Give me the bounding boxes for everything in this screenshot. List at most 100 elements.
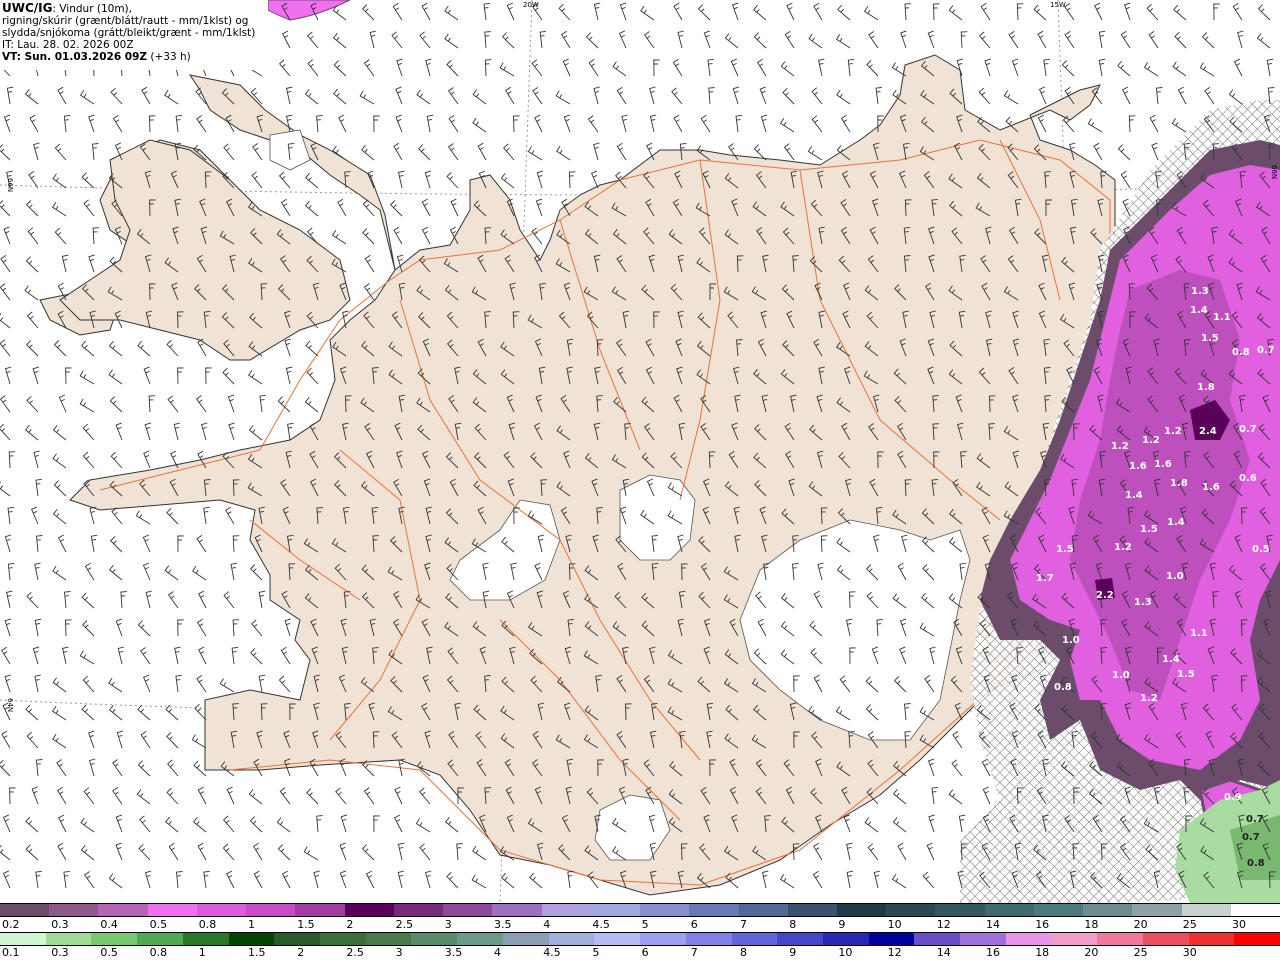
precip-value-label: 1.2	[1140, 693, 1158, 704]
scale-swatch	[365, 933, 412, 945]
scale-tick-label: 6	[641, 946, 649, 959]
scale-tick-label: 1	[198, 946, 206, 959]
scale-swatch	[49, 904, 99, 916]
precip-value-label: 0.7	[1246, 814, 1264, 825]
scale-tick-label: 12	[887, 946, 902, 959]
scale-tick-label: 1.5	[297, 918, 315, 931]
scale-swatch	[1234, 933, 1280, 945]
scale-tick-label: 4.5	[543, 946, 561, 959]
scale-swatch	[492, 904, 542, 916]
precip-value-label: 1.6	[1154, 459, 1172, 470]
lat-label-66n-left: 66N	[6, 178, 14, 192]
scale-swatch	[984, 904, 1034, 916]
scale-swatch	[196, 904, 247, 916]
scale-tick-label: 12	[936, 918, 951, 931]
lead-time: (+33 h)	[150, 51, 191, 63]
scale-tick-label: 8	[740, 946, 747, 959]
scale-swatch	[640, 933, 686, 945]
scale-swatch	[836, 904, 887, 916]
precip-value-label: 2.4	[1199, 426, 1217, 437]
scale-swatch	[731, 933, 778, 945]
scale-swatch	[443, 904, 493, 916]
desc-line-3: slydda/snjókoma (grátt/bleikt/grænt - mm…	[2, 27, 256, 39]
lat-label-66n-right: 66N	[1270, 165, 1278, 179]
scale-tick-label: 30	[1182, 946, 1197, 959]
scale-tick-label: 2.5	[395, 918, 414, 931]
scale-swatch	[98, 904, 148, 916]
scale-swatch	[541, 904, 591, 916]
scale-tick-label: 8	[789, 918, 797, 931]
scale-swatch	[1033, 904, 1084, 916]
scale-swatch	[411, 933, 458, 945]
scale-tick-label: 0.4	[100, 918, 118, 931]
scale-swatch	[914, 933, 961, 945]
scale-swatch	[868, 933, 915, 945]
precip-value-label: 0.7	[1239, 424, 1257, 435]
scale-swatch	[91, 933, 138, 945]
init-time: IT: Lau. 28. 02. 2026 00Z	[2, 39, 134, 51]
precip-value-label: 0.7	[1242, 832, 1260, 843]
precip-value-label: 1.1	[1190, 628, 1208, 639]
scale-swatch	[1188, 933, 1235, 945]
scale-swatch	[295, 904, 345, 916]
scale-swatch	[787, 904, 837, 916]
precip-value-label: 1.4	[1190, 305, 1208, 316]
scale-tick-label: 0.3	[51, 918, 69, 931]
snow-color-scale	[0, 903, 1280, 917]
precip-value-label: 0.8	[1232, 347, 1250, 358]
scale-tick-label: 18	[1035, 946, 1050, 959]
rain-scale-ticks: 0.1 0.3 0.5 0.8 1 1.5 2 2.5 3 3.5 4 4.5 5 6 7 8 9 10 12 14 1…	[0, 946, 1280, 960]
precip-value-label: 1.0	[1112, 670, 1130, 681]
precip-value-label: 1.3	[1191, 286, 1209, 297]
precip-value-label: 0.7	[1257, 345, 1275, 356]
scale-swatch	[1083, 904, 1133, 916]
scale-tick-label: 0.2	[2, 918, 20, 931]
scale-swatch	[1005, 933, 1052, 945]
precip-value-label: 1.5	[1177, 669, 1195, 680]
map-info-box: UWC/IG: Vindur (10m), rigning/skúrir (gr…	[0, 0, 268, 70]
model-title: UWC/IG	[2, 1, 53, 15]
scale-swatch	[137, 933, 183, 945]
weather-map: 1.31.41.11.50.8 0.71.82.4 0.71.21.21.21.6 1…	[0, 0, 1280, 903]
scale-tick-label: 4	[494, 946, 501, 959]
scale-swatch	[45, 933, 92, 945]
scale-tick-label: 10	[838, 946, 853, 959]
scale-swatch	[960, 933, 1006, 945]
precip-value-label: 1.1	[1213, 312, 1231, 323]
precip-value-label: 1.4	[1167, 517, 1185, 528]
scale-swatch	[886, 904, 936, 916]
scale-tick-label: 10	[887, 918, 902, 931]
scale-swatch	[246, 904, 296, 916]
scale-tick-label: 7	[690, 946, 698, 959]
precip-value-label: 1.4	[1162, 654, 1180, 665]
precip-value-label: 0.9	[1224, 792, 1242, 803]
precip-value-label: 1.7	[1036, 573, 1054, 584]
precip-value-label: 1.8	[1197, 382, 1215, 393]
precip-value-label: 1.5	[1140, 524, 1158, 535]
scale-swatch	[822, 933, 869, 945]
scale-swatch	[935, 904, 985, 916]
scale-swatch	[147, 904, 197, 916]
precip-value-label: 1.3	[1134, 597, 1152, 608]
scale-swatch	[1132, 904, 1182, 916]
title-line: UWC/IG: Vindur (10m),	[2, 2, 266, 15]
scale-tick-label: 9	[838, 918, 846, 931]
precip-value-label: 1.0	[1062, 635, 1080, 646]
scale-tick-label: 1	[248, 918, 255, 931]
scale-tick-label: 4	[543, 918, 551, 931]
scale-tick-label: 5	[641, 918, 649, 931]
scale-tick-label: 6	[690, 918, 698, 931]
scale-tick-label: 0.8	[149, 946, 168, 959]
scale-swatch	[777, 933, 823, 945]
desc-line-1: : Vindur (10m),	[52, 3, 132, 15]
scale-tick-label: 20	[1084, 946, 1099, 959]
scale-tick-label: 2	[297, 946, 305, 959]
lon-label-20w: 20W	[523, 1, 539, 9]
scale-tick-label: 20	[1133, 918, 1148, 931]
scale-tick-label: 9	[789, 946, 797, 959]
scale-tick-label: 16	[1035, 918, 1050, 931]
scale-swatch	[228, 933, 275, 945]
scale-swatch	[590, 904, 641, 916]
scale-tick-label: 0.3	[51, 946, 69, 959]
scale-swatch	[1097, 933, 1143, 945]
